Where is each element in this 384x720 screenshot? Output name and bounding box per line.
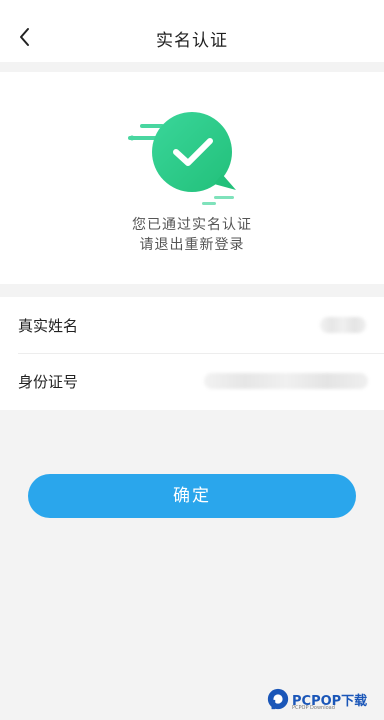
verification-status-card: 您已通过实名认证 请退出重新登录	[0, 72, 384, 284]
real-name-value-blurred	[320, 317, 366, 333]
watermark-sub: PCPOP Download	[292, 705, 335, 711]
check-bubble-icon	[128, 112, 236, 205]
list-item-id-number: 身份证号	[0, 353, 384, 409]
watermark: PCPOP下载 PCPOP Download	[264, 685, 382, 715]
page-title: 实名认证	[156, 31, 228, 51]
confirm-button[interactable]: 确定	[28, 474, 356, 518]
id-number-value-blurred	[204, 373, 368, 389]
id-number-label: 身份证号	[18, 373, 79, 391]
list-item-real-name: 真实姓名	[0, 297, 384, 354]
pcpop-logo-icon	[267, 688, 289, 710]
status-message-line2: 请退出重新登录	[139, 237, 245, 253]
real-name-label: 真实姓名	[18, 317, 79, 335]
identity-info-list: 真实姓名 身份证号	[0, 297, 384, 410]
top-nav-bar: 实名认证	[0, 0, 384, 62]
status-message-line1: 您已通过实名认证	[132, 217, 252, 233]
